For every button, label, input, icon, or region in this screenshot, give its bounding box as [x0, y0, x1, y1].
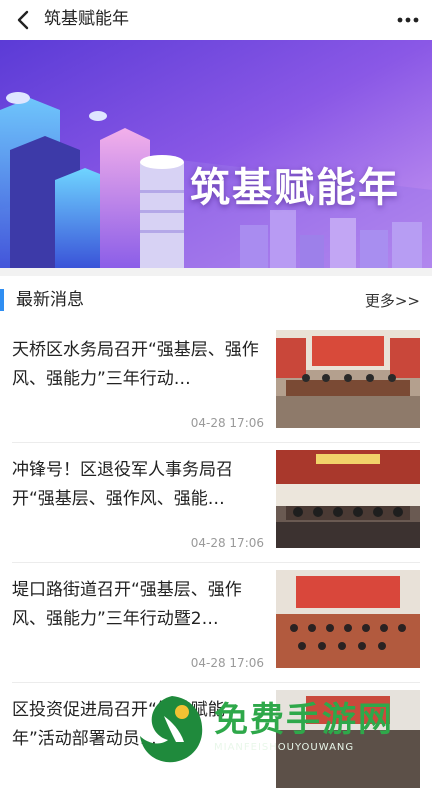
section-title: 最新消息	[16, 290, 84, 310]
page-title: 筑基赋能年	[44, 9, 129, 29]
section-header: 最新消息 更多>>	[0, 286, 432, 316]
news-thumbnail	[276, 330, 420, 428]
news-item[interactable]: 天桥区水务局召开“强基层、强作风、强能力”三年行动… 04-28 17:06	[0, 326, 432, 446]
chevron-left-icon[interactable]	[10, 6, 38, 34]
banner-title: 筑基赋能年	[190, 165, 400, 211]
hero-banner[interactable]: 筑基赋能年	[0, 40, 432, 268]
news-time: 04-28 17:06	[190, 416, 264, 430]
watermark-subtext: MIANFEISHOUYOUWANG	[214, 742, 355, 753]
watermark-logo-icon	[140, 696, 203, 763]
news-thumbnail	[276, 450, 420, 548]
more-link[interactable]: 更多>>	[365, 290, 420, 312]
divider	[12, 562, 420, 563]
section-accent-bar	[0, 289, 4, 311]
news-time: 04-28 17:06	[190, 656, 264, 670]
news-title: 冲锋号！区退役军人事务局召开“强基层、强作风、强能…	[12, 460, 233, 509]
divider	[12, 442, 420, 443]
news-title: 天桥区水务局召开“强基层、强作风、强能力”三年行动…	[12, 340, 259, 389]
news-item[interactable]: 冲锋号！区退役军人事务局召开“强基层、强作风、强能… 04-28 17:06	[0, 446, 432, 566]
banner-illustration	[0, 40, 432, 268]
divider	[12, 682, 420, 683]
section-gap	[0, 268, 432, 276]
top-bar: 筑基赋能年	[0, 0, 432, 40]
site-watermark: 免费手游网 MIANFEISHOUYOUWANG	[130, 690, 430, 768]
news-title: 堤口路街道召开“强基层、强作风、强能力”三年行动暨2…	[12, 580, 242, 629]
news-thumbnail	[276, 570, 420, 668]
news-item[interactable]: 堤口路街道召开“强基层、强作风、强能力”三年行动暨2… 04-28 17:06	[0, 566, 432, 686]
news-time: 04-28 17:06	[190, 536, 264, 550]
watermark-text: 免费手游网	[214, 700, 394, 740]
more-dots-icon[interactable]	[394, 6, 422, 34]
